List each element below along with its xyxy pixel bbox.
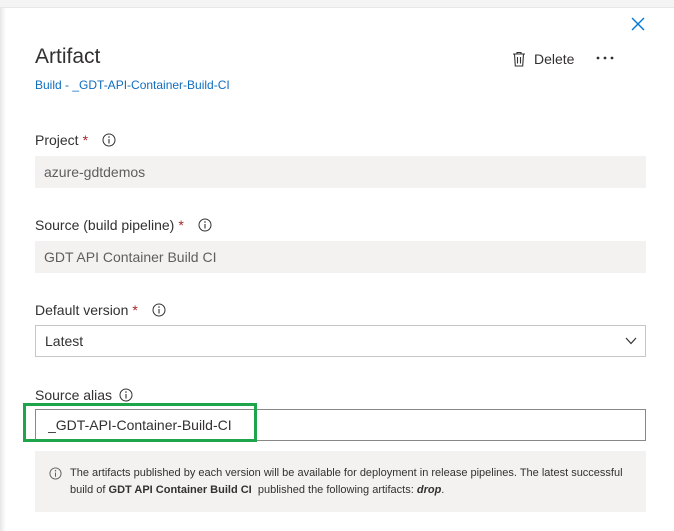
info-icon[interactable]	[119, 388, 133, 402]
project-label-row: Project *	[35, 132, 116, 148]
source-alias-label: Source alias	[35, 387, 113, 403]
source-alias-input[interactable]	[35, 409, 646, 441]
trash-icon	[513, 51, 525, 67]
source-label-row: Source (build pipeline) *	[35, 217, 212, 233]
info-icon[interactable]	[152, 303, 166, 317]
chevron-down-icon	[625, 337, 637, 345]
close-button[interactable]	[628, 14, 648, 34]
default-version-label: Default version	[35, 302, 129, 318]
info-message-text: The artifacts published by each version …	[70, 465, 632, 499]
project-field: azure-gdtdemos	[35, 156, 646, 188]
info-icon[interactable]	[198, 218, 212, 232]
info-message-bar: The artifacts published by each version …	[35, 451, 646, 512]
info-pipeline-name: GDT API Container Build CI	[108, 484, 252, 496]
info-artifact-name: drop	[416, 484, 442, 496]
delete-button[interactable]: Delete	[512, 48, 574, 70]
info-icon[interactable]	[102, 133, 116, 147]
info-icon	[49, 467, 62, 480]
more-icon	[596, 56, 614, 60]
required-marker: *	[178, 217, 184, 233]
required-marker: *	[82, 132, 89, 148]
panel-title: Artifact	[35, 45, 101, 68]
source-label: Source (build pipeline)	[35, 217, 175, 233]
default-version-dropdown[interactable]: Latest	[35, 325, 646, 357]
info-suffix: .	[441, 484, 445, 496]
top-strip	[0, 0, 674, 8]
source-alias-label-row: Source alias	[35, 387, 133, 403]
delete-label: Delete	[534, 51, 575, 67]
close-icon	[631, 17, 645, 31]
build-link[interactable]: Build - _GDT-API-Container-Build-CI	[35, 78, 230, 92]
default-version-value: Latest	[45, 333, 84, 349]
more-actions-button[interactable]	[593, 47, 617, 69]
required-marker: *	[132, 302, 138, 318]
project-label: Project	[35, 132, 79, 148]
default-version-label-row: Default version *	[35, 302, 166, 318]
info-middle: published the following artifacts:	[251, 484, 417, 496]
source-field: GDT API Container Build CI	[35, 241, 646, 273]
panel-shadow	[0, 0, 6, 531]
